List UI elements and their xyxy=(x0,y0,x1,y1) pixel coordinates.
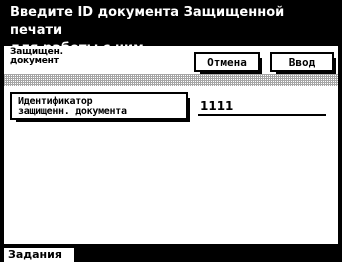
mode-label-line-2: документ xyxy=(10,56,59,66)
separator-band xyxy=(4,74,338,86)
enter-button[interactable]: Ввод xyxy=(270,52,336,74)
printer-panel-screen: Введите ID документа Защищенной печати д… xyxy=(0,0,342,262)
mode-label: Защищен. документ xyxy=(10,48,80,66)
document-id-button-line-2: защищенн. документа xyxy=(18,106,127,117)
cancel-button[interactable]: Отмена xyxy=(194,52,262,74)
document-id-field[interactable]: 1111 xyxy=(198,98,326,116)
document-id-button[interactable]: Идентификатор защищенн. документа xyxy=(10,92,190,122)
document-id-value: 1111 xyxy=(200,99,234,113)
instruction-line-1: Введите ID документа Защищенной печати xyxy=(10,5,285,38)
enter-button-label: Ввод xyxy=(288,55,316,69)
tab-jobs-label: Задания xyxy=(8,248,62,261)
main-panel: Защищен. документ Отмена Ввод Идентифика… xyxy=(4,46,338,244)
tab-jobs[interactable]: Задания xyxy=(2,246,76,262)
cancel-button-label: Отмена xyxy=(207,55,247,69)
instruction-header: Введите ID документа Защищенной печати д… xyxy=(0,0,342,56)
